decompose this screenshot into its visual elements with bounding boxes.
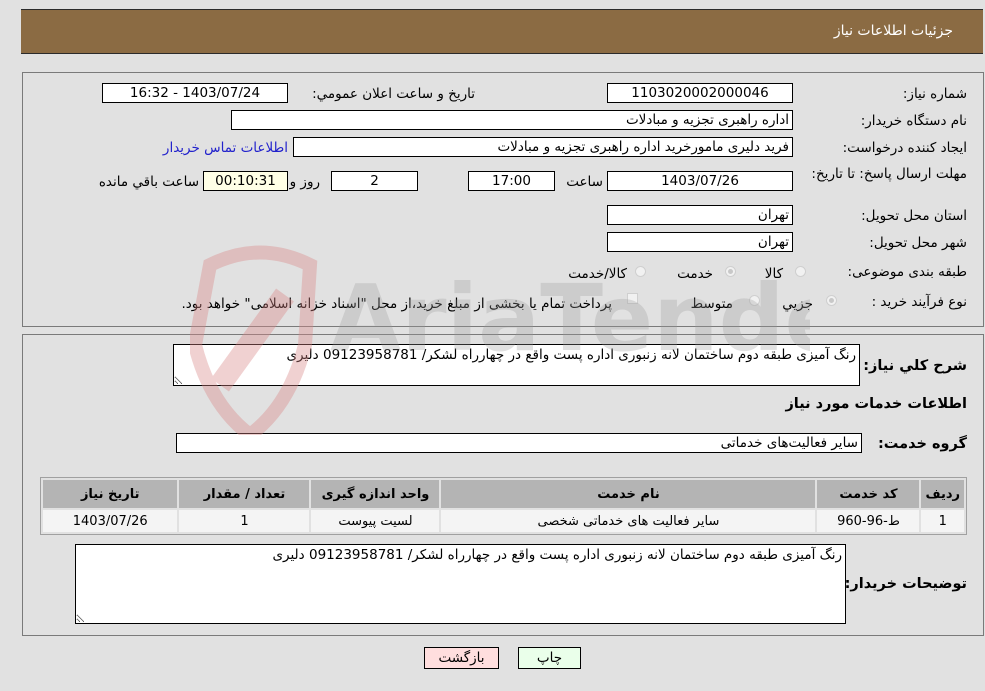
days-label: روز و bbox=[289, 174, 320, 190]
cell-service-code: ط-96-960 bbox=[817, 510, 920, 532]
services-table: ردیف کد خدمت نام خدمت واحد اندازه گیری ت… bbox=[40, 477, 967, 535]
category-option-goods-service: کالا/خدمت bbox=[568, 266, 627, 282]
service-group-label: گروه خدمت: bbox=[877, 436, 967, 452]
deadline-date-field: 1403/07/26 bbox=[607, 171, 793, 191]
category-radio-goods-service[interactable] bbox=[635, 266, 646, 277]
col-unit: واحد اندازه گیری bbox=[311, 480, 440, 508]
cell-need-date: 1403/07/26 bbox=[43, 510, 178, 532]
general-description-label: شرح کلي نياز: bbox=[863, 358, 967, 374]
process-option-medium: متوسط bbox=[690, 296, 733, 312]
need-number-label: شماره نیاز: bbox=[902, 86, 967, 102]
category-label: طبقه بندی موضوعی: bbox=[847, 264, 967, 280]
page-title: جزئیات اطلاعات نیاز bbox=[833, 23, 953, 39]
cell-row-number: 1 bbox=[921, 510, 964, 532]
cell-service-name: سایر فعالیت های خدماتی شخصی bbox=[441, 510, 816, 532]
col-row-number: ردیف bbox=[921, 480, 964, 508]
deadline-time-label: ساعت bbox=[566, 174, 603, 190]
treasury-checkbox[interactable] bbox=[627, 293, 638, 304]
treasury-note: پرداخت تمام یا بخشی از مبلغ خرید،از محل … bbox=[181, 296, 612, 312]
creator-field: فرید دلیری مامورخرید اداره راهبری تجزیه … bbox=[293, 137, 793, 157]
buyer-org-field: اداره راهبری تجزیه و مبادلات bbox=[231, 110, 793, 130]
services-section-title: اطلاعات خدمات مورد نياز bbox=[785, 396, 967, 412]
process-option-minor: جزيي bbox=[782, 296, 813, 312]
category-radio-service[interactable] bbox=[725, 266, 736, 277]
buyer-contact-link[interactable]: اطلاعات تماس خریدار bbox=[163, 140, 288, 156]
buyer-notes-textarea[interactable]: رنگ آمیزی طبقه دوم ساختمان لانه زنبوری ا… bbox=[75, 544, 846, 624]
table-row: 1 ط-96-960 سایر فعالیت های خدماتی شخصی ل… bbox=[43, 510, 964, 532]
general-description-textarea[interactable]: رنگ آمیزی طبقه دوم ساختمان لانه زنبوری ا… bbox=[173, 344, 860, 386]
announce-datetime-label: تاریخ و ساعت اعلان عمومي: bbox=[312, 86, 475, 102]
need-number-field: 1103020002000046 bbox=[607, 83, 793, 103]
col-need-date: تاریخ نیاز bbox=[43, 480, 178, 508]
remaining-time-field: 00:10:31 bbox=[203, 171, 288, 191]
process-type-label: نوع فرآیند خرید : bbox=[871, 294, 967, 310]
process-radio-minor[interactable] bbox=[826, 295, 837, 306]
announce-datetime-field: 1403/07/24 - 16:32 bbox=[102, 83, 288, 103]
province-field: تهران bbox=[607, 205, 793, 225]
creator-label: ایجاد کننده درخواست: bbox=[842, 140, 967, 156]
col-service-code: کد خدمت bbox=[817, 480, 920, 508]
buyer-org-label: نام دستگاه خریدار: bbox=[860, 113, 967, 129]
page-header: جزئیات اطلاعات نیاز bbox=[21, 9, 983, 54]
province-label: استان محل تحویل: bbox=[861, 208, 967, 224]
services-table-header: ردیف کد خدمت نام خدمت واحد اندازه گیری ت… bbox=[43, 480, 964, 508]
process-radio-medium[interactable] bbox=[749, 295, 760, 306]
service-group-field: سایر فعالیت‌های خدماتی bbox=[176, 433, 862, 453]
back-button[interactable]: بازگشت bbox=[424, 647, 499, 669]
category-option-service: خدمت bbox=[677, 266, 713, 282]
deadline-time-field: 17:00 bbox=[468, 171, 555, 191]
deadline-label: مهلت ارسال پاسخ: تا تاریخ: bbox=[811, 166, 967, 182]
days-remaining-field: 2 bbox=[331, 171, 418, 191]
buyer-notes-label: توضیحات خریدار: bbox=[844, 576, 967, 592]
remaining-time-label: ساعت باقي مانده bbox=[98, 174, 199, 190]
category-radio-goods[interactable] bbox=[795, 266, 806, 277]
cell-unit: لسیت پیوست bbox=[311, 510, 440, 532]
col-service-name: نام خدمت bbox=[441, 480, 816, 508]
print-button[interactable]: چاپ bbox=[518, 647, 581, 669]
city-field: تهران bbox=[607, 232, 793, 252]
city-label: شهر محل تحویل: bbox=[869, 235, 967, 251]
category-option-goods: کالا bbox=[764, 266, 783, 282]
cell-quantity: 1 bbox=[179, 510, 310, 532]
col-quantity: تعداد / مقدار bbox=[179, 480, 310, 508]
